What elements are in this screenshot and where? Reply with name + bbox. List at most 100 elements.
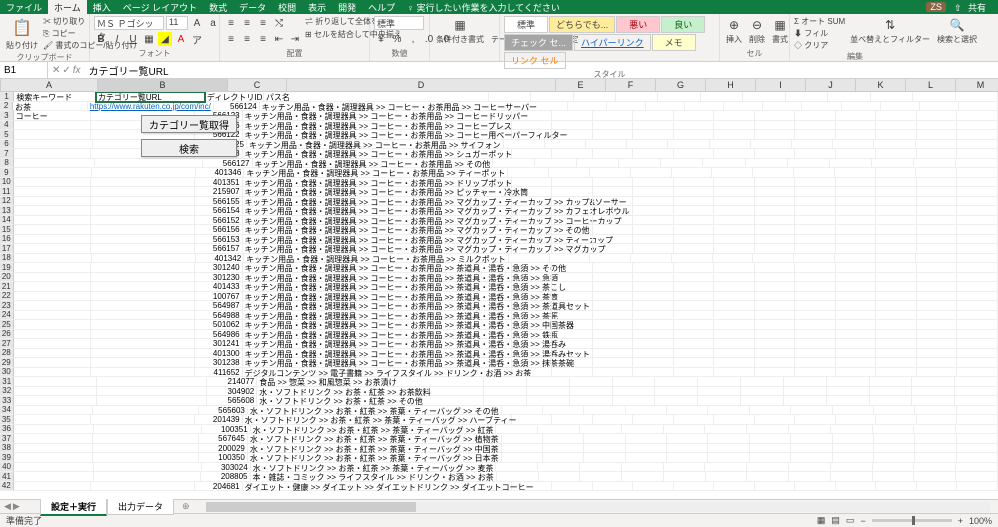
cell[interactable]	[91, 311, 195, 321]
font-size-select[interactable]: 11	[166, 16, 188, 30]
cell[interactable]: デジタルコンテンツ >> 電子書籍 >> ライフスタイル >> ドリンク・お酒 …	[243, 368, 512, 378]
cell[interactable]	[763, 102, 802, 112]
cell[interactable]	[633, 482, 674, 492]
cell[interactable]	[508, 168, 549, 178]
cell[interactable]: 水・ソフトドリンク >> お茶・紅茶 >> 茶葉・ティーバッグ >> 植物茶	[248, 434, 502, 444]
cell[interactable]	[14, 187, 92, 197]
cell[interactable]	[915, 453, 956, 463]
clear-button[interactable]: ◇ クリア	[794, 40, 845, 51]
cell[interactable]	[876, 121, 917, 131]
cell[interactable]	[14, 292, 92, 302]
cell[interactable]	[512, 225, 553, 235]
cell[interactable]	[917, 330, 958, 340]
cell[interactable]	[795, 339, 836, 349]
cell[interactable]	[512, 206, 553, 216]
cell[interactable]	[672, 254, 713, 264]
cell[interactable]: 301238	[195, 358, 243, 368]
cell[interactable]	[633, 216, 674, 226]
hscroll-thumb[interactable]	[206, 502, 416, 512]
cell[interactable]	[655, 377, 698, 387]
cell[interactable]	[802, 102, 841, 112]
cell[interactable]	[876, 187, 917, 197]
cell[interactable]	[795, 121, 836, 131]
underline-button[interactable]: U	[126, 32, 140, 46]
row-header[interactable]: 24	[0, 311, 14, 321]
cell[interactable]	[590, 168, 631, 178]
cell[interactable]	[786, 92, 828, 102]
row-header[interactable]: 36	[0, 425, 14, 435]
cell[interactable]	[872, 159, 914, 169]
cell[interactable]	[658, 92, 700, 102]
cell[interactable]	[916, 140, 957, 150]
row-header[interactable]: 23	[0, 301, 14, 311]
row-header[interactable]: 34	[0, 406, 14, 416]
cell[interactable]: 水・ソフトドリンク >> お茶・紅茶 >> 茶葉・ティーバッグ >> 紅茶	[251, 425, 497, 435]
cell[interactable]	[543, 444, 584, 454]
row-header[interactable]: 21	[0, 282, 14, 292]
cell[interactable]: 水・ソフトドリンク >> お茶・紅茶 >> 茶葉・ティーバッグ >> 中国茶	[248, 444, 502, 454]
align-left-icon[interactable]: ≡	[224, 32, 238, 46]
cell[interactable]	[957, 273, 998, 283]
cell[interactable]	[701, 92, 743, 102]
comma-icon[interactable]: ,	[406, 32, 420, 46]
cell[interactable]	[836, 339, 877, 349]
cell[interactable]	[570, 387, 613, 397]
cell[interactable]	[552, 149, 593, 159]
cell[interactable]	[552, 415, 593, 425]
formula-input[interactable]: カテゴリー覧URL	[85, 63, 998, 78]
cell[interactable]	[795, 320, 836, 330]
cell[interactable]	[91, 358, 195, 368]
cell[interactable]	[755, 225, 796, 235]
cell[interactable]	[512, 292, 553, 302]
cell[interactable]	[552, 206, 593, 216]
cell[interactable]	[674, 149, 715, 159]
cell[interactable]	[502, 444, 543, 454]
cell[interactable]	[784, 377, 827, 387]
cell[interactable]	[876, 235, 917, 245]
cell[interactable]	[633, 320, 674, 330]
cell[interactable]	[14, 168, 92, 178]
cell[interactable]	[14, 349, 92, 359]
cell[interactable]: 食品 >> 惣菜 >> 和風惣菜 >> お茶漬け	[257, 377, 484, 387]
cell[interactable]	[712, 168, 753, 178]
cell[interactable]	[674, 263, 715, 273]
increase-font-icon[interactable]: A	[190, 16, 204, 30]
cell[interactable]	[674, 197, 715, 207]
cell[interactable]	[667, 434, 708, 444]
cell[interactable]	[512, 282, 553, 292]
decrease-font-icon[interactable]: a	[206, 16, 220, 30]
fill-color-button[interactable]: ◢	[158, 32, 172, 46]
cell[interactable]	[552, 178, 593, 188]
cell[interactable]	[14, 434, 93, 444]
cell[interactable]	[698, 387, 741, 397]
cell[interactable]	[871, 92, 913, 102]
cell[interactable]	[876, 301, 917, 311]
cell[interactable]: 501062	[195, 320, 243, 330]
cell[interactable]: キッチン用品・食器・調理器具 >> コーヒー・お茶用品 >> マグカップ・ティー…	[243, 216, 512, 226]
cell[interactable]	[706, 472, 748, 482]
cell[interactable]	[917, 301, 958, 311]
cell[interactable]: 201439	[195, 415, 243, 425]
row-header[interactable]: 38	[0, 444, 14, 454]
cell[interactable]	[584, 444, 625, 454]
cell[interactable]	[714, 263, 755, 273]
cell[interactable]	[622, 463, 664, 473]
cell[interactable]	[93, 406, 199, 416]
cell[interactable]	[755, 130, 796, 140]
cell[interactable]	[14, 254, 92, 264]
cell[interactable]	[791, 406, 832, 416]
cell[interactable]: 564986	[195, 330, 243, 340]
cell[interactable]	[633, 130, 674, 140]
cell[interactable]	[714, 311, 755, 321]
cell[interactable]	[552, 339, 593, 349]
cell[interactable]	[484, 377, 527, 387]
row-header[interactable]: 3	[0, 111, 14, 121]
row-header[interactable]: 27	[0, 339, 14, 349]
cell[interactable]	[957, 197, 998, 207]
cell[interactable]	[655, 387, 698, 397]
cell[interactable]	[613, 387, 656, 397]
cell[interactable]	[912, 387, 955, 397]
col-header-B[interactable]: B	[98, 79, 228, 91]
cell[interactable]	[714, 292, 755, 302]
font-color-button[interactable]: A	[174, 32, 188, 46]
